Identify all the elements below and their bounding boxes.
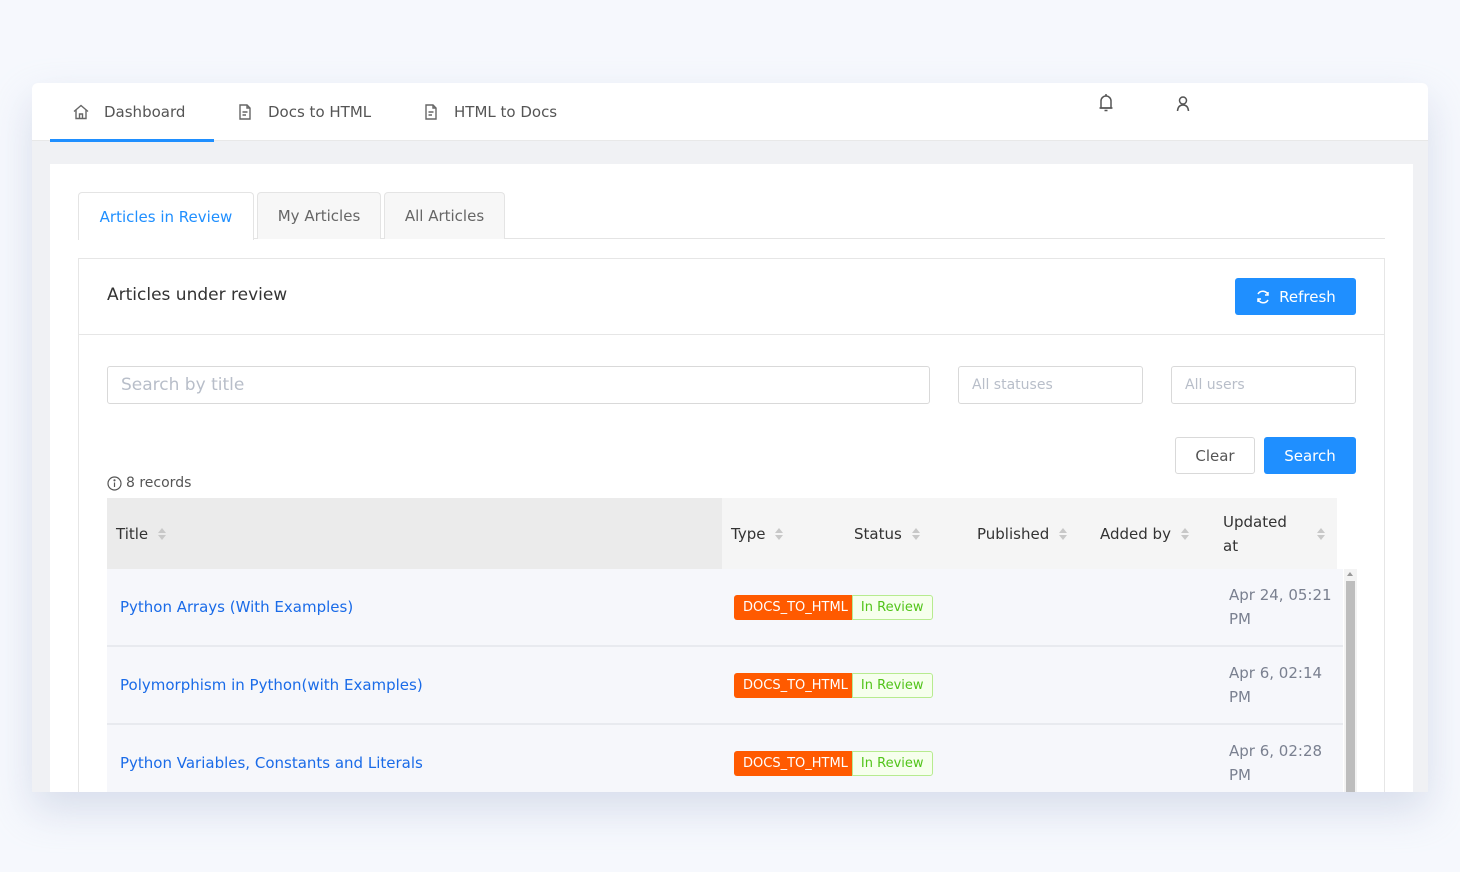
table-row[interactable]: Polymorphism in Python(with Examples) DO… xyxy=(107,647,1343,725)
updated-at-cell: Apr 6, 02:14 PM xyxy=(1229,664,1323,706)
table-row[interactable]: Python Arrays (With Examples) DOCS_TO_HT… xyxy=(107,569,1343,647)
table-row[interactable]: Python Variables, Constants and Literals… xyxy=(107,725,1343,792)
sort-icon xyxy=(911,527,920,540)
clear-button[interactable]: Clear xyxy=(1175,437,1255,474)
column-header-updated-at[interactable]: Updated at xyxy=(1223,498,1331,569)
user-icon[interactable] xyxy=(1171,92,1195,116)
sort-icon xyxy=(1180,527,1189,540)
article-title-link[interactable]: Polymorphism in Python(with Examples) xyxy=(120,676,423,694)
sort-icon xyxy=(1317,527,1325,540)
scroll-thumb[interactable] xyxy=(1346,581,1355,792)
app-window: Dashboard Docs to HTML HTML to Docs Arti… xyxy=(32,83,1428,792)
column-header-published[interactable]: Published xyxy=(977,498,1068,569)
refresh-label: Refresh xyxy=(1279,287,1336,306)
status-tag: In Review xyxy=(851,594,933,620)
scroll-up-arrow-icon[interactable] xyxy=(1347,572,1353,576)
column-header-added-by[interactable]: Added by xyxy=(1100,498,1189,569)
table-header: Title Type Status Published Added by Upd… xyxy=(107,498,1337,569)
card-title: Articles under review xyxy=(107,285,288,305)
refresh-button[interactable]: Refresh xyxy=(1235,278,1356,315)
article-title-link[interactable]: Python Variables, Constants and Literals xyxy=(120,754,423,772)
card-header: Articles under review Refresh xyxy=(79,259,1384,335)
review-card: Articles under review Refresh Clear Sear… xyxy=(78,258,1385,792)
document-icon xyxy=(422,103,440,121)
document-icon xyxy=(236,103,254,121)
updated-at-cell: Apr 6, 02:28 PM xyxy=(1229,742,1323,784)
records-text: 8 records xyxy=(126,475,192,491)
articles-table: Title Type Status Published Added by Upd… xyxy=(107,498,1357,792)
nav-label: HTML to Docs xyxy=(454,103,558,121)
article-title-link[interactable]: Python Arrays (With Examples) xyxy=(120,598,353,616)
search-button[interactable]: Search xyxy=(1264,437,1356,474)
sort-icon xyxy=(1059,527,1068,540)
home-icon xyxy=(72,103,90,121)
sort-icon xyxy=(158,527,167,540)
tab-articles-in-review[interactable]: Articles in Review xyxy=(78,192,254,240)
content-panel: Articles in Review My Articles All Artic… xyxy=(50,164,1413,792)
refresh-icon xyxy=(1255,289,1271,305)
top-navigation: Dashboard Docs to HTML HTML to Docs xyxy=(32,83,1428,142)
info-icon xyxy=(107,475,122,491)
type-tag: DOCS_TO_HTML xyxy=(734,672,852,698)
updated-at-cell: Apr 24, 05:21 PM xyxy=(1229,586,1332,628)
nav-label: Dashboard xyxy=(104,103,186,121)
bell-icon[interactable] xyxy=(1094,91,1118,115)
active-nav-indicator xyxy=(50,139,214,142)
table-scrollbar[interactable] xyxy=(1344,569,1357,792)
nav-item-dashboard[interactable]: Dashboard xyxy=(72,83,185,141)
status-tag: In Review xyxy=(851,672,933,698)
status-filter-select[interactable] xyxy=(958,366,1143,404)
tab-all-articles[interactable]: All Articles xyxy=(384,192,505,239)
column-header-title[interactable]: Title xyxy=(107,498,722,569)
tab-my-articles[interactable]: My Articles xyxy=(257,192,381,239)
nav-item-html-to-docs[interactable]: HTML to Docs xyxy=(422,83,557,141)
search-title-input[interactable] xyxy=(107,366,930,404)
status-tag: In Review xyxy=(851,750,933,776)
column-header-status[interactable]: Status xyxy=(854,498,920,569)
user-filter-select[interactable] xyxy=(1171,366,1356,404)
nav-item-docs-to-html[interactable]: Docs to HTML xyxy=(236,83,371,141)
type-tag: DOCS_TO_HTML xyxy=(734,594,852,620)
column-header-type[interactable]: Type xyxy=(731,498,784,569)
records-count: 8 records xyxy=(107,475,191,491)
nav-label: Docs to HTML xyxy=(268,103,372,121)
article-tabs: Articles in Review My Articles All Artic… xyxy=(78,192,1385,240)
sort-icon xyxy=(775,527,784,540)
type-tag: DOCS_TO_HTML xyxy=(734,750,852,776)
